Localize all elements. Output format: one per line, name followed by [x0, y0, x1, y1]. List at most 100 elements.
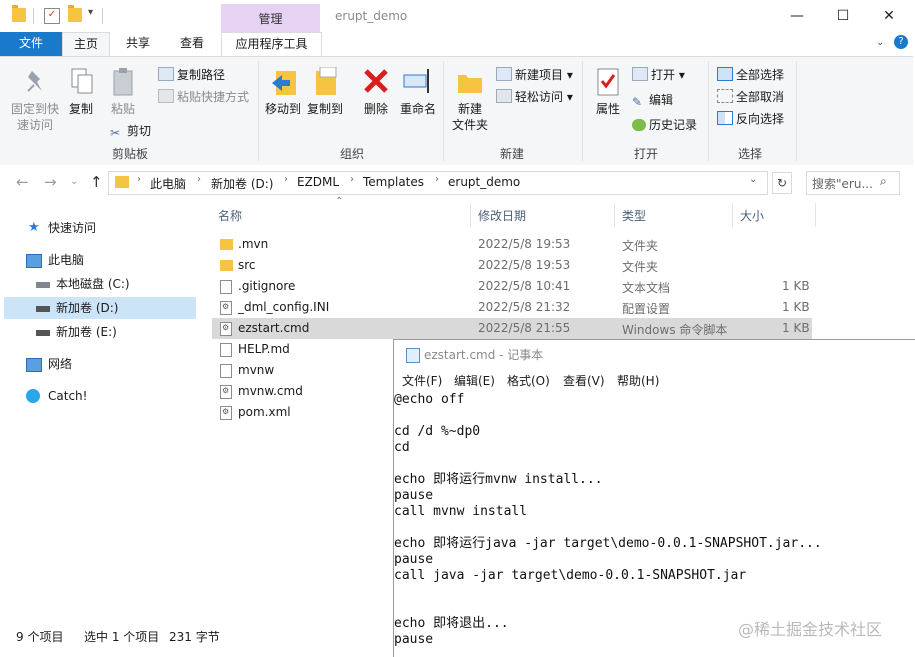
menu-format[interactable]: 格式(O) — [507, 372, 550, 389]
menu-edit[interactable]: 编辑(E) — [454, 372, 495, 389]
script-file-icon — [220, 385, 232, 399]
tab-file[interactable]: 文件 — [0, 32, 62, 56]
address-dropdown-icon[interactable]: ⌄ — [749, 174, 757, 185]
file-row[interactable]: .gitignore 2022/5/8 10:41 文本文档 1 KB — [212, 276, 812, 297]
copy-button[interactable]: 复制 — [66, 101, 96, 117]
sort-ascending-icon: ⌃ — [335, 196, 344, 207]
title-bar: ✓ ▾ 管理 erupt_demo — ☐ ✕ — [0, 0, 915, 32]
nav-item-drive-e[interactable]: 新加卷 (E:) — [4, 321, 196, 343]
menu-view[interactable]: 查看(V) — [563, 372, 605, 389]
file-row[interactable]: HELP.md — [212, 339, 392, 360]
nav-item-drive-d[interactable]: 新加卷 (D:) — [4, 297, 196, 319]
breadcrumb-separator-icon[interactable]: › — [284, 174, 288, 185]
breadcrumb-separator-icon[interactable]: › — [197, 174, 201, 185]
file-row[interactable]: mvnw.cmd — [212, 381, 392, 402]
properties-button[interactable]: 属性 — [590, 101, 626, 117]
column-divider[interactable] — [470, 203, 471, 227]
notepad-window[interactable]: ezstart.cmd - 记事本 文件(F) 编辑(E) 格式(O) 查看(V… — [393, 339, 915, 657]
column-header-size[interactable]: 大小 — [740, 207, 764, 224]
nav-item-label: 网络 — [48, 357, 73, 371]
nav-item-quick-access[interactable]: ★ 快速访问 — [4, 217, 196, 239]
column-header-type[interactable]: 类型 — [622, 207, 646, 224]
folder-icon[interactable] — [12, 5, 26, 22]
column-divider[interactable] — [614, 203, 615, 227]
select-all-button[interactable]: 全部选择 — [717, 66, 784, 83]
nav-item-catch[interactable]: Catch! — [4, 385, 196, 407]
minimize-button[interactable]: — — [774, 2, 820, 30]
address-bar[interactable]: › 此电脑 › 新加卷 (D:) › EZDML › Templates › e… — [108, 171, 768, 195]
breadcrumb-item[interactable]: Templates — [363, 175, 424, 189]
help-icon[interactable]: ? — [894, 35, 908, 49]
customize-quick-access-icon[interactable]: ▾ — [88, 7, 93, 18]
copy-path-label: 复制路径 — [177, 68, 226, 82]
column-header-name[interactable]: 名称 — [218, 207, 242, 224]
drive-icon — [36, 282, 50, 288]
markdown-file-icon — [220, 343, 232, 357]
forward-arrow-icon[interactable]: → — [44, 173, 57, 191]
history-button[interactable]: 历史记录 — [632, 116, 697, 133]
divider — [33, 8, 34, 24]
menu-help[interactable]: 帮助(H) — [617, 372, 659, 389]
close-button[interactable]: ✕ — [866, 2, 912, 30]
new-folder-icon[interactable] — [68, 5, 82, 22]
copy-to-button[interactable]: 复制到 — [304, 101, 346, 117]
easy-access-button[interactable]: 轻松访问 ▾ — [496, 88, 573, 105]
nav-item-this-pc[interactable]: 此电脑 — [4, 249, 196, 271]
column-header-date[interactable]: 修改日期 — [478, 207, 526, 224]
folder-icon — [220, 260, 233, 271]
invert-selection-button[interactable]: 反向选择 — [717, 110, 784, 127]
drive-icon — [36, 306, 50, 312]
paste-shortcut-button[interactable]: 粘贴快捷方式 — [158, 88, 249, 105]
search-box[interactable]: 搜索"eru... ⌕ — [806, 171, 900, 195]
tab-app-tools[interactable]: 应用程序工具 — [221, 32, 322, 57]
breadcrumb-separator-icon[interactable]: › — [435, 174, 439, 185]
tab-share[interactable]: 共享 — [116, 32, 160, 56]
copy-path-icon — [158, 67, 174, 81]
breadcrumb-item[interactable]: erupt_demo — [448, 175, 520, 189]
maximize-button[interactable]: ☐ — [820, 2, 866, 30]
file-row-selected[interactable]: ezstart.cmd 2022/5/8 21:55 Windows 命令脚本 … — [212, 318, 812, 339]
file-row[interactable]: pom.xml — [212, 402, 392, 423]
properties-icon[interactable]: ✓ — [44, 8, 60, 24]
column-divider[interactable] — [815, 203, 816, 227]
invert-selection-icon — [717, 111, 733, 125]
file-type: 文件夹 — [622, 260, 659, 274]
move-to-button[interactable]: 移动到 — [262, 101, 304, 117]
file-row[interactable]: _dml_config.INI 2022/5/8 21:32 配置设置 1 KB — [212, 297, 812, 318]
paste-button[interactable]: 粘贴 — [108, 101, 138, 117]
file-row[interactable]: .mvn 2022/5/8 19:53 文件夹 — [212, 234, 812, 255]
breadcrumb-item[interactable]: 此电脑 — [150, 175, 186, 192]
edit-pencil-icon: ✎ — [632, 95, 643, 109]
breadcrumb-separator-icon[interactable]: › — [137, 174, 141, 185]
menu-file[interactable]: 文件(F) — [402, 372, 442, 389]
tab-view[interactable]: 查看 — [170, 32, 214, 56]
nav-item-label: 快速访问 — [48, 221, 97, 235]
copy-path-button[interactable]: 复制路径 — [158, 66, 225, 83]
rename-button[interactable]: 重命名 — [396, 101, 440, 117]
collapse-ribbon-icon[interactable]: ⌄ — [876, 37, 884, 48]
file-row[interactable]: mvnw — [212, 360, 392, 381]
back-arrow-icon[interactable]: ← — [16, 173, 29, 191]
group-organize-label: 组织 — [339, 147, 364, 161]
nav-item-drive-c[interactable]: 本地磁盘 (C:) — [4, 273, 196, 295]
delete-button[interactable]: 删除 — [356, 101, 396, 117]
tab-home[interactable]: 主页 — [62, 32, 110, 58]
open-button[interactable]: 打开 ▾ — [632, 66, 685, 83]
nav-item-network[interactable]: 网络 — [4, 353, 196, 375]
edit-button[interactable]: ✎ 编辑 — [632, 91, 673, 109]
file-type: 文本文档 — [622, 281, 671, 295]
column-divider[interactable] — [732, 203, 733, 227]
file-row[interactable]: src 2022/5/8 19:53 文件夹 — [212, 255, 812, 276]
breadcrumb-separator-icon[interactable]: › — [350, 174, 354, 185]
up-arrow-icon[interactable]: ↑ — [90, 173, 103, 191]
refresh-icon[interactable]: ↻ — [772, 172, 792, 194]
breadcrumb-item[interactable]: EZDML — [297, 175, 339, 189]
new-folder-button[interactable]: 新建 文件夹 — [448, 101, 492, 133]
cut-button[interactable]: ✂ 剪切 — [110, 122, 151, 140]
pin-quick-access-button[interactable]: 固定到快 速访问 — [6, 101, 64, 133]
recent-locations-chevron-icon[interactable]: ⌄ — [70, 176, 78, 187]
new-item-label: 新建项目 — [515, 68, 564, 82]
new-item-button[interactable]: 新建项目 ▾ — [496, 66, 573, 83]
breadcrumb-item[interactable]: 新加卷 (D:) — [211, 175, 273, 192]
select-none-button[interactable]: 全部取消 — [717, 88, 784, 105]
